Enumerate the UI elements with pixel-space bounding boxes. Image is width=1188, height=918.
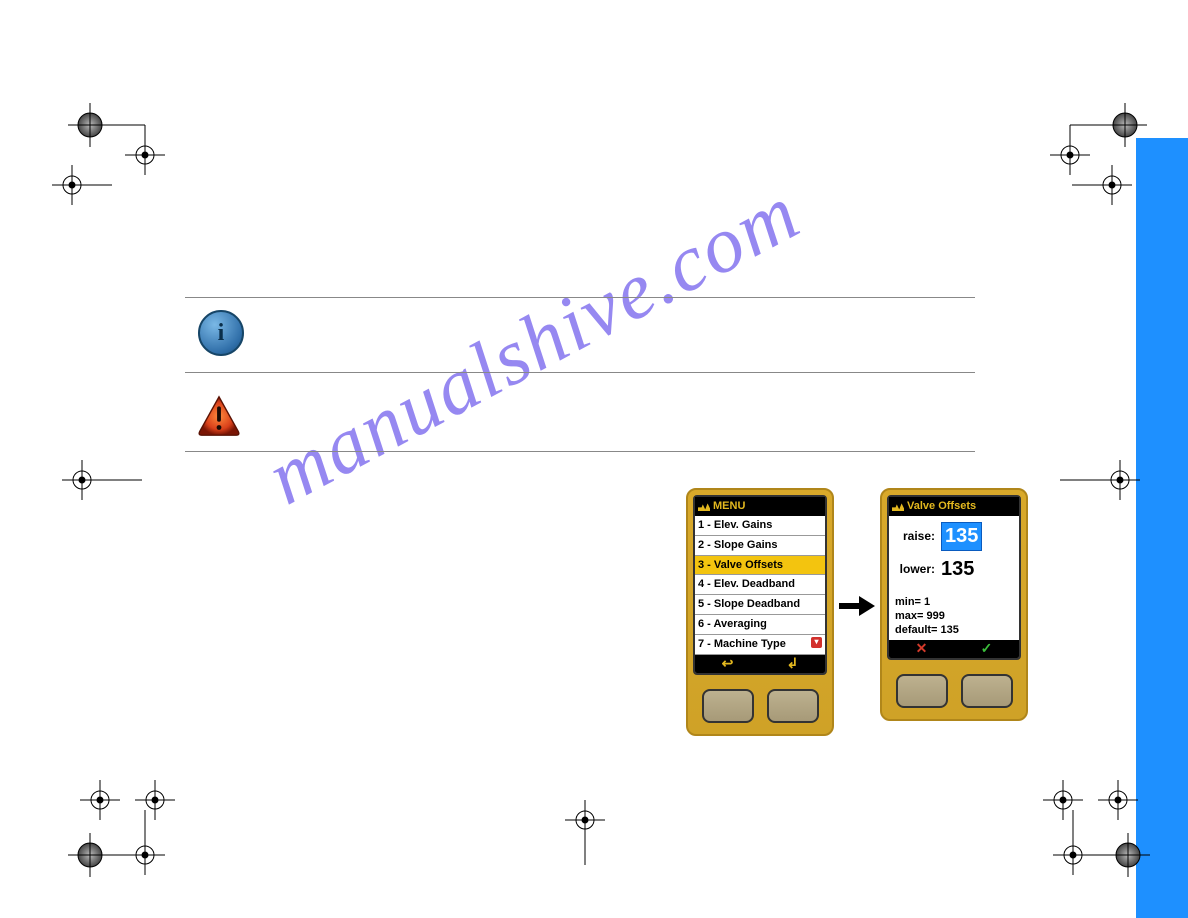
- divider: [185, 372, 975, 373]
- scroll-down-icon: ▾: [811, 637, 822, 648]
- screen-title: Valve Offsets: [907, 499, 976, 514]
- lower-value[interactable]: 135: [941, 556, 974, 583]
- soft-key-enter-icon: ↲: [787, 654, 799, 673]
- crop-mark: [52, 450, 172, 550]
- max-text: max= 999: [895, 609, 1013, 623]
- device-valve-offsets-screen: Valve Offsets raise: 135 lower: 135 min=…: [880, 488, 1028, 721]
- menu-item[interactable]: 2 - Slope Gains: [695, 536, 825, 556]
- min-text: min= 1: [895, 595, 1013, 609]
- menu-item[interactable]: 7 - Machine Type▾: [695, 635, 825, 655]
- raise-value-selected[interactable]: 135: [941, 522, 982, 551]
- soft-key-bar: ✕ ✓: [889, 640, 1019, 658]
- menu-item[interactable]: 6 - Averaging: [695, 615, 825, 635]
- manual-page: manualshive.com: [0, 0, 1188, 918]
- crop-mark: [1050, 450, 1170, 550]
- hardware-button-left[interactable]: [896, 674, 948, 708]
- menu-list: 1 - Elev. Gains 2 - Slope Gains 3 - Valv…: [695, 516, 825, 655]
- device-menu-screen: MENU 1 - Elev. Gains 2 - Slope Gains 3 -…: [686, 488, 834, 736]
- lower-label: lower:: [895, 561, 935, 577]
- screen-title: MENU: [713, 499, 745, 514]
- crop-mark: [545, 790, 665, 890]
- brand-logo-icon: [698, 501, 710, 511]
- menu-item-selected[interactable]: 3 - Valve Offsets: [695, 556, 825, 576]
- default-text: default= 135: [895, 623, 1013, 637]
- cancel-icon: ✕: [916, 639, 928, 658]
- hardware-button-left[interactable]: [702, 689, 754, 723]
- menu-item[interactable]: 5 - Slope Deadband: [695, 595, 825, 615]
- crop-mark: [1062, 155, 1182, 255]
- raise-label: raise:: [895, 528, 935, 544]
- divider: [185, 451, 975, 452]
- hardware-button-right[interactable]: [961, 674, 1013, 708]
- warning-icon: [196, 393, 242, 444]
- info-icon: i: [198, 310, 244, 356]
- menu-item[interactable]: 1 - Elev. Gains: [695, 516, 825, 536]
- hardware-button-right[interactable]: [767, 689, 819, 723]
- crop-mark-cluster: [60, 770, 180, 870]
- soft-key-back-icon: ↩: [722, 654, 734, 673]
- crop-mark-cluster: [1018, 770, 1138, 870]
- crop-mark: [42, 155, 162, 255]
- screen-title-bar: MENU: [695, 497, 825, 516]
- watermark-text: manualshive.com: [253, 167, 815, 523]
- soft-key-bar: ↩ ↲: [695, 655, 825, 673]
- divider: [185, 297, 975, 298]
- brand-logo-icon: [892, 501, 904, 511]
- menu-item[interactable]: 4 - Elev. Deadband: [695, 575, 825, 595]
- confirm-icon: ✓: [981, 639, 993, 658]
- arrow-right-icon: [839, 594, 875, 623]
- screen-title-bar: Valve Offsets: [889, 497, 1019, 516]
